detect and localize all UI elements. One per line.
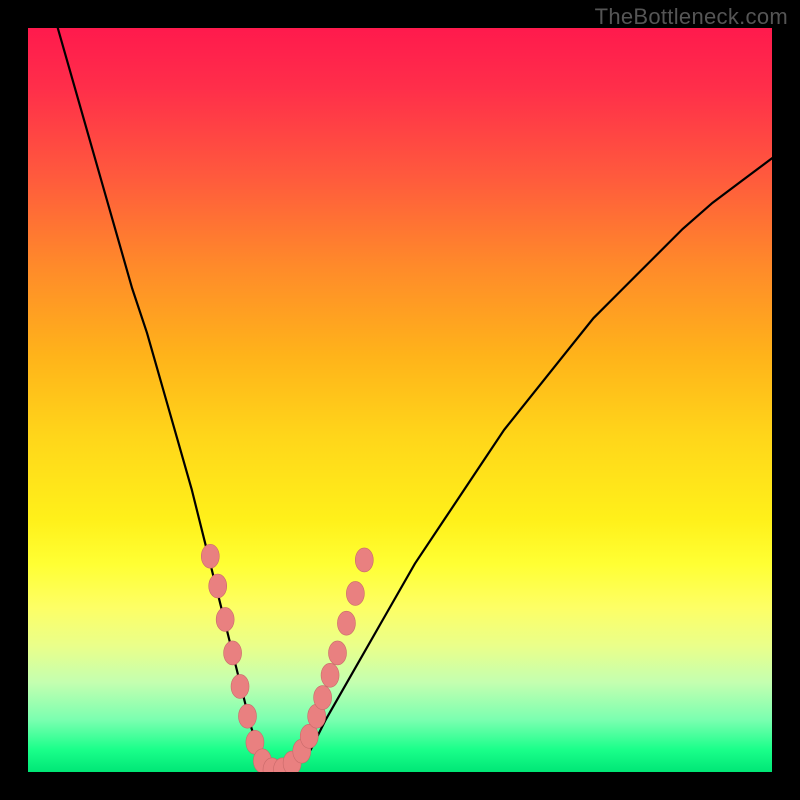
chart-svg [28, 28, 772, 772]
data-marker [231, 674, 249, 698]
marker-group [201, 544, 373, 772]
data-marker [329, 641, 347, 665]
data-marker [238, 704, 256, 728]
data-marker [346, 581, 364, 605]
data-marker [314, 686, 332, 710]
watermark-text: TheBottleneck.com [595, 4, 788, 30]
data-marker [201, 544, 219, 568]
data-marker [321, 663, 339, 687]
data-marker [216, 607, 234, 631]
data-marker [337, 611, 355, 635]
data-marker [209, 574, 227, 598]
data-marker [224, 641, 242, 665]
data-marker [355, 548, 373, 572]
bottleneck-curve [58, 28, 772, 772]
plot-area [28, 28, 772, 772]
